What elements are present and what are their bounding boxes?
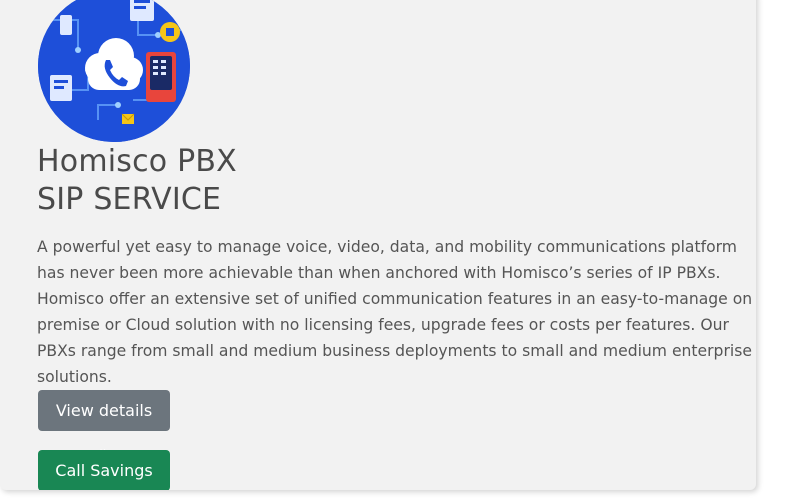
service-description: A powerful yet easy to manage voice, vid… <box>37 238 753 386</box>
view-details-button[interactable]: View details » <box>38 390 170 461</box>
title-line-1: Homisco PBX <box>37 144 237 179</box>
call-savings-button[interactable]: Call Savings » <box>38 450 170 490</box>
service-card: Homisco PBX SIP SERVICE A powerful yet e… <box>0 0 756 490</box>
page: Homisco PBX SIP SERVICE A powerful yet e… <box>0 0 800 500</box>
title-line-2: SIP SERVICE <box>37 182 222 217</box>
service-title: Homisco PBX SIP SERVICE <box>37 143 237 219</box>
cloud-phone-icon <box>38 0 190 142</box>
